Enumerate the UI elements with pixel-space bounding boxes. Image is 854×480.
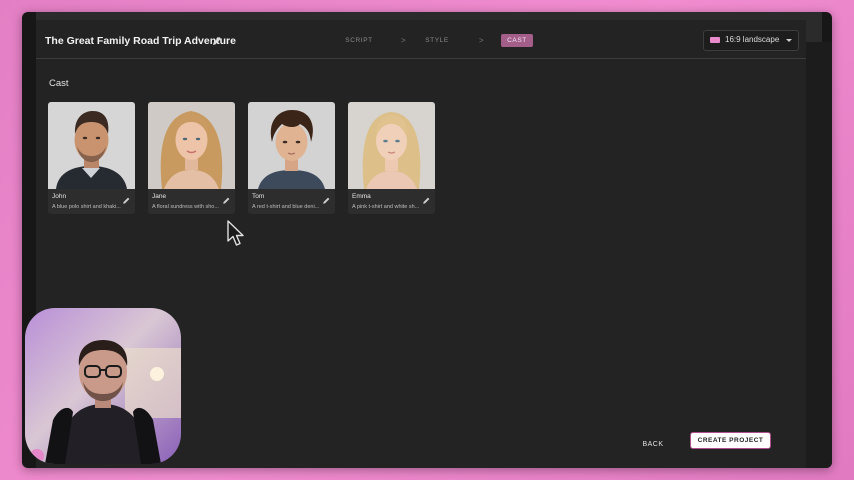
step-separator: > bbox=[401, 36, 406, 45]
project-title: The Great Family Road Trip Adventure bbox=[45, 35, 236, 47]
step-separator: > bbox=[479, 36, 484, 45]
cast-photo-emma bbox=[348, 102, 435, 189]
cast-name: John bbox=[52, 193, 67, 200]
cast-card-tom[interactable]: Tom A red t-shirt and blue deni... bbox=[248, 102, 335, 214]
app-header: The Great Family Road Trip Adventure SCR… bbox=[36, 20, 806, 59]
edit-pencil-icon[interactable] bbox=[322, 192, 331, 204]
cast-description: A pink t-shirt and white sh... bbox=[352, 204, 420, 210]
cast-photo-jane bbox=[148, 102, 235, 189]
section-title: Cast bbox=[49, 78, 69, 89]
aspect-ratio-swatch bbox=[710, 37, 720, 43]
edit-pencil-icon[interactable] bbox=[122, 192, 131, 204]
cast-description: A red t-shirt and blue deni... bbox=[252, 204, 320, 210]
aspect-ratio-select[interactable]: 16:9 landscape bbox=[703, 30, 799, 51]
chevron-down-icon bbox=[786, 39, 792, 42]
window-gutter bbox=[806, 42, 832, 468]
create-project-button[interactable]: CREATE PROJECT bbox=[690, 432, 771, 449]
cast-card-jane[interactable]: Jane A floral sundress with sho... bbox=[148, 102, 235, 214]
cast-name: Emma bbox=[352, 193, 371, 200]
cast-description: A blue polo shirt and khaki... bbox=[52, 204, 121, 210]
step-style[interactable]: STYLE bbox=[422, 34, 452, 47]
edit-pencil-icon[interactable] bbox=[222, 192, 231, 204]
cast-card-john[interactable]: John A blue polo shirt and khaki... bbox=[48, 102, 135, 214]
cast-photo-tom bbox=[248, 102, 335, 189]
cast-name: Jane bbox=[152, 193, 167, 200]
cast-photo-john bbox=[48, 102, 135, 189]
edit-pencil-icon[interactable] bbox=[422, 192, 431, 204]
edit-title-pencil-icon[interactable] bbox=[211, 34, 223, 46]
step-script[interactable]: SCRIPT bbox=[344, 34, 374, 47]
step-cast[interactable]: CAST bbox=[501, 34, 533, 47]
back-button[interactable]: BACK bbox=[641, 438, 665, 450]
cast-name: Tom bbox=[252, 193, 265, 200]
cast-description: A floral sundress with sho... bbox=[152, 204, 219, 210]
aspect-ratio-label: 16:9 landscape bbox=[725, 35, 780, 44]
webcam-overlay bbox=[25, 308, 181, 464]
mouse-cursor-icon bbox=[226, 219, 248, 249]
cast-card-emma[interactable]: Emma A pink t-shirt and white sh... bbox=[348, 102, 435, 214]
